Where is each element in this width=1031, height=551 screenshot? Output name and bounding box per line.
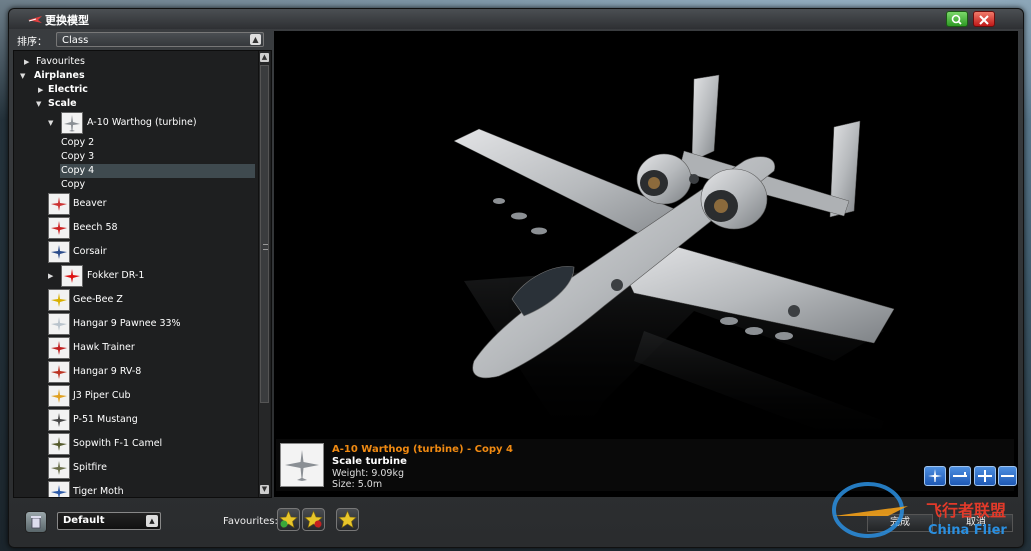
model-thumbnail: [48, 289, 70, 311]
caret-right-icon: ▶: [48, 272, 54, 280]
plane-side-view-icon: [953, 472, 967, 477]
tree-item-label: Hangar 9 RV-8: [73, 366, 142, 377]
tree-item-label: Beaver: [73, 198, 107, 209]
tree-item-label: A-10 Warthog (turbine): [87, 117, 197, 128]
plane-logo-icon: [28, 16, 42, 23]
scroll-thumb[interactable]: [260, 65, 269, 403]
view-rear-button[interactable]: [998, 466, 1017, 486]
tree-item-label: Copy 3: [61, 151, 95, 162]
search-button[interactable]: [946, 11, 968, 27]
tree-item-label: J3 Piper Cub: [73, 390, 131, 401]
model-preview-viewport[interactable]: A-10 Warthog (turbine) - Copy 4 Scale tu…: [274, 31, 1018, 497]
star-remove-icon: [304, 510, 323, 529]
model-info-weight: Weight: 9.09kg: [332, 468, 405, 479]
tree-item-label: Hawk Trainer: [73, 342, 135, 353]
plane-rear-view-icon: [1001, 475, 1014, 477]
tree-item-label: Tiger Moth: [73, 486, 124, 497]
model-thumbnail: [48, 241, 70, 263]
view-side-button[interactable]: [949, 466, 971, 486]
close-icon: [979, 15, 989, 25]
add-favourite-button[interactable]: [277, 508, 300, 531]
tree-item-label: Spitfire: [73, 462, 107, 473]
chevron-up-icon: ▲: [250, 34, 261, 45]
model-info-panel: A-10 Warthog (turbine) - Copy 4 Scale tu…: [276, 439, 1014, 491]
favourites-label: Favourites:: [223, 516, 278, 527]
model-thumbnail: [48, 217, 70, 239]
tree-item-label: Copy: [61, 179, 86, 190]
window-title: 更换模型: [45, 14, 89, 27]
model-thumbnail: [48, 337, 70, 359]
plane-top-view-icon: [928, 469, 942, 482]
caret-down-icon: ▼: [20, 72, 26, 80]
chevron-up-icon: ▲: [146, 515, 158, 527]
model-info-title: A-10 Warthog (turbine) - Copy 4: [332, 444, 513, 455]
tree-item-label: Corsair: [73, 246, 107, 257]
caret-down-icon: ▼: [36, 100, 42, 108]
tree-item-label: Sopwith F-1 Camel: [73, 438, 163, 449]
tree-item-copy[interactable]: Copy: [61, 177, 85, 193]
grip-icon: [263, 244, 268, 250]
tree-item-label: Scale: [48, 98, 77, 109]
tree-item-label: Copy 2: [61, 137, 95, 148]
model-tree: ▶ Favourites ▼ Airplanes ▶ Electric ▼ Sc…: [13, 50, 272, 498]
caret-down-icon: ▼: [48, 119, 54, 127]
cancel-button[interactable]: 取消: [939, 514, 1013, 532]
show-favourites-button[interactable]: [336, 508, 359, 531]
sort-dropdown-value: Class: [62, 35, 89, 46]
model-thumbnail: [48, 361, 70, 383]
tree-item-label: Gee-Bee Z: [73, 294, 123, 305]
model-thumbnail: [61, 265, 83, 287]
change-model-window: 更换模型 排序： Class ▲ ▶ Favourites ▼ Airplane…: [8, 8, 1024, 548]
sort-dropdown[interactable]: Class ▲: [56, 32, 264, 47]
model-thumbnail: [48, 409, 70, 431]
view-front-button[interactable]: [974, 466, 996, 486]
model-thumbnail: [48, 313, 70, 335]
star-icon: [338, 510, 357, 529]
tree-item-label: P-51 Mustang: [73, 414, 138, 425]
model-info-thumbnail: [280, 443, 324, 487]
a10-aircraft-render: [453, 74, 895, 451]
title-bar: 更换模型: [9, 9, 1023, 29]
tree-scrollbar[interactable]: ▲ ▼: [258, 51, 270, 497]
model-thumbnail: [48, 457, 70, 479]
trash-icon: [31, 516, 41, 529]
delete-model-button[interactable]: [25, 511, 47, 533]
tree-item-label: Copy 4: [61, 165, 95, 176]
model-info-class: Scale turbine: [332, 456, 407, 467]
model-info-size: Size: 5.0m: [332, 479, 383, 490]
close-button[interactable]: [973, 11, 995, 27]
tree-item-label: Fokker DR-1: [87, 270, 145, 281]
plane-front-view-icon: [978, 470, 992, 482]
model-thumbnail: [48, 385, 70, 407]
view-top-button[interactable]: [924, 466, 946, 486]
scroll-down-icon[interactable]: ▼: [260, 485, 269, 494]
tree-item-label: Beech 58: [73, 222, 118, 233]
sort-label: 排序：: [17, 37, 47, 48]
tree-item-label: Hangar 9 Pawnee 33%: [73, 318, 181, 329]
a10-thumbnail: [61, 112, 83, 134]
remove-favourite-button[interactable]: [302, 508, 325, 531]
ok-button[interactable]: 完成: [867, 514, 933, 532]
star-add-icon: [279, 510, 298, 529]
model-thumbnail: [48, 481, 70, 497]
scroll-up-icon[interactable]: ▲: [260, 53, 269, 62]
preset-dropdown-value: Default: [63, 515, 105, 526]
model-thumbnail: [48, 433, 70, 455]
preset-dropdown[interactable]: Default ▲: [57, 512, 161, 530]
search-icon: [951, 14, 962, 25]
model-thumbnail: [48, 193, 70, 215]
